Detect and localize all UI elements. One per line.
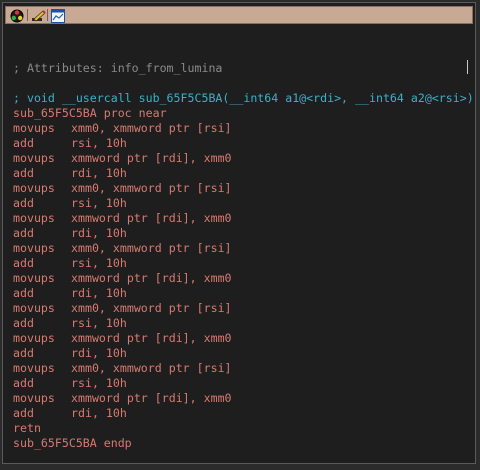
instruction-line[interactable]: add rsi, 10h: [13, 196, 127, 211]
toolbar-separator: [27, 9, 28, 21]
instruction-line[interactable]: add rdi, 10h: [13, 346, 127, 361]
instruction-mnemonic: retn: [13, 421, 41, 435]
instruction-mnemonic: movups: [13, 331, 55, 345]
graph-color-icon[interactable]: [10, 8, 24, 23]
instruction-line[interactable]: add rsi, 10h: [13, 376, 127, 391]
instruction-line[interactable]: movups xmmword ptr [rdi], xmm0: [13, 331, 232, 346]
instruction-mnemonic: movups: [13, 241, 55, 255]
edit-pencil-icon[interactable]: [31, 8, 46, 22]
instruction-mnemonic: movups: [13, 211, 55, 225]
instruction-line[interactable]: movups xmmword ptr [rdi], xmm0: [13, 271, 232, 286]
instruction-line[interactable]: movups xmm0, xmmword ptr [rsi]: [13, 121, 232, 136]
instruction-operands: rdi, 10h: [71, 406, 127, 420]
attributes-comment: ; Attributes: info_from_lumina: [13, 61, 223, 75]
instruction-mnemonic: add: [13, 376, 34, 390]
instruction-line[interactable]: add rsi, 10h: [13, 316, 127, 331]
instruction-operands: xmmword ptr [rdi], xmm0: [71, 391, 232, 405]
instruction-operands: xmm0, xmmword ptr [rsi]: [71, 361, 232, 375]
instruction-line[interactable]: movups xmmword ptr [rdi], xmm0: [13, 211, 232, 226]
instruction-mnemonic: add: [13, 136, 34, 150]
instruction-line[interactable]: add rdi, 10h: [13, 286, 127, 301]
instruction-mnemonic: add: [13, 286, 34, 300]
instruction-operands: rsi, 10h: [71, 376, 127, 390]
instruction-operands: rdi, 10h: [71, 226, 127, 240]
instruction-mnemonic: movups: [13, 271, 55, 285]
disassembly-window: ; Attributes: info_from_lumina ; void __…: [2, 2, 476, 464]
instruction-operands: xmmword ptr [rdi], xmm0: [71, 331, 232, 345]
instruction-mnemonic: movups: [13, 181, 55, 195]
instruction-line[interactable]: add rdi, 10h: [13, 226, 127, 241]
instruction-mnemonic: add: [13, 256, 34, 270]
instruction-line[interactable]: add rsi, 10h: [13, 256, 127, 271]
toolbar: [5, 6, 473, 24]
instruction-operands: xmm0, xmmword ptr [rsi]: [71, 181, 232, 195]
instruction-mnemonic: add: [13, 226, 34, 240]
instruction-mnemonic: movups: [13, 301, 55, 315]
proc-end-label[interactable]: sub_65F5C5BA endp: [13, 436, 132, 451]
instruction-operands: rdi, 10h: [71, 166, 127, 180]
instruction-line[interactable]: add rdi, 10h: [13, 166, 127, 181]
instruction-line[interactable]: retn: [13, 421, 71, 436]
instruction-mnemonic: add: [13, 196, 34, 210]
instruction-mnemonic: movups: [13, 361, 55, 375]
instruction-mnemonic: movups: [13, 151, 55, 165]
instruction-line[interactable]: movups xmm0, xmmword ptr [rsi]: [13, 181, 232, 196]
instruction-mnemonic: add: [13, 316, 34, 330]
function-prototype-comment: ; void __usercall sub_65F5C5BA(__int64 a…: [13, 91, 474, 105]
instruction-operands: xmmword ptr [rdi], xmm0: [71, 211, 232, 225]
instruction-line[interactable]: movups xmm0, xmmword ptr [rsi]: [13, 361, 232, 376]
chart-window-icon[interactable]: [51, 8, 65, 23]
instruction-operands: xmmword ptr [rdi], xmm0: [71, 151, 232, 165]
proc-start-label[interactable]: sub_65F5C5BA proc near: [13, 106, 167, 121]
instruction-mnemonic: movups: [13, 391, 55, 405]
instruction-line[interactable]: movups xmmword ptr [rdi], xmm0: [13, 151, 232, 166]
instruction-operands: rsi, 10h: [71, 256, 127, 270]
instruction-operands: xmm0, xmmword ptr [rsi]: [71, 241, 232, 255]
instruction-line[interactable]: movups xmmword ptr [rdi], xmm0: [13, 391, 232, 406]
instruction-line[interactable]: add rdi, 10h: [13, 406, 127, 421]
text-cursor: [467, 60, 468, 74]
instruction-line[interactable]: movups xmm0, xmmword ptr [rsi]: [13, 241, 232, 256]
instruction-operands: xmm0, xmmword ptr [rsi]: [71, 301, 232, 315]
instruction-mnemonic: add: [13, 346, 34, 360]
instruction-operands: xmmword ptr [rdi], xmm0: [71, 271, 232, 285]
instruction-operands: rsi, 10h: [71, 316, 127, 330]
instruction-mnemonic: add: [13, 166, 34, 180]
instruction-mnemonic: add: [13, 406, 34, 420]
instruction-operands: rsi, 10h: [71, 196, 127, 210]
disassembly-listing[interactable]: ; Attributes: info_from_lumina ; void __…: [7, 27, 474, 461]
instruction-operands: rdi, 10h: [71, 286, 127, 300]
instruction-mnemonic: movups: [13, 121, 55, 135]
instruction-operands: xmm0, xmmword ptr [rsi]: [71, 121, 232, 135]
instruction-operands: rsi, 10h: [71, 136, 127, 150]
instruction-line[interactable]: add rsi, 10h: [13, 136, 127, 151]
instruction-line[interactable]: movups xmm0, xmmword ptr [rsi]: [13, 301, 232, 316]
toolbar-separator: [47, 9, 48, 21]
instruction-operands: rdi, 10h: [71, 346, 127, 360]
